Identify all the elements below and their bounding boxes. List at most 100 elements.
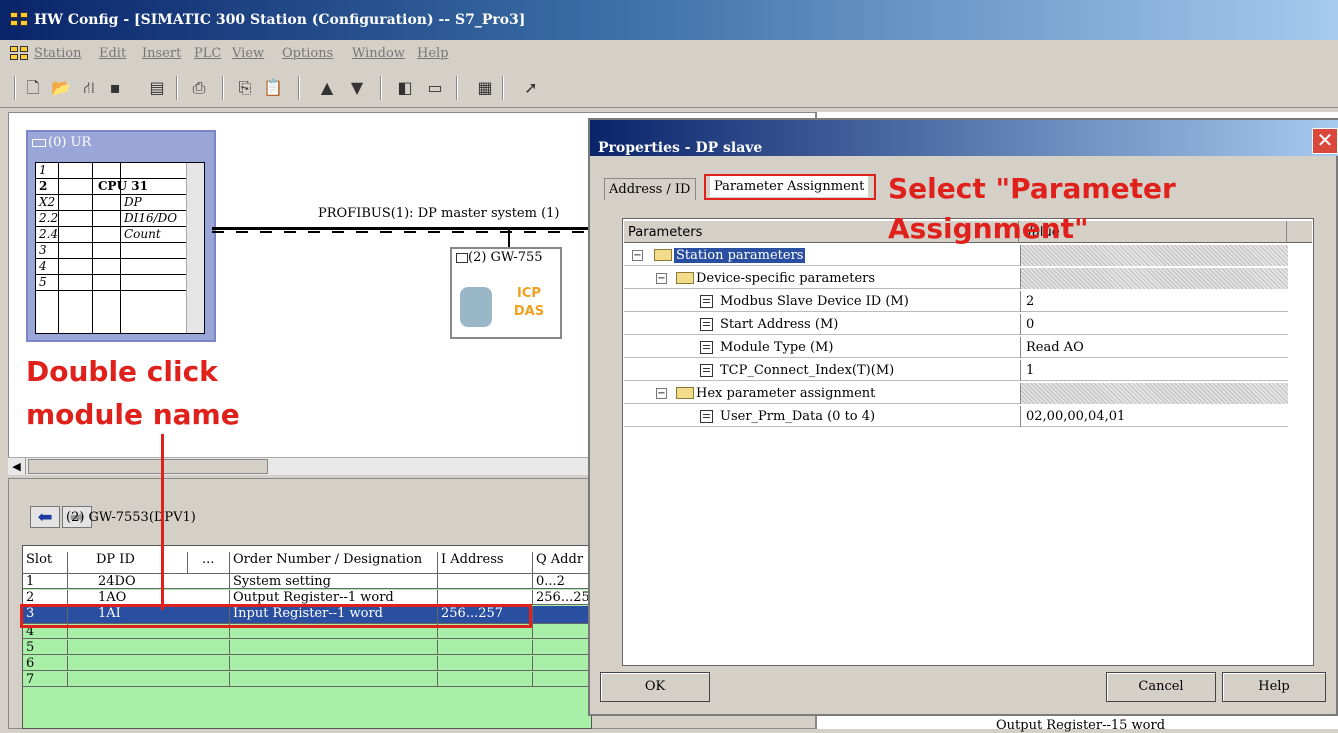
rack-row[interactable]: 5 bbox=[36, 275, 186, 291]
rack-table: 1 2 CPU 31 X2 DP 2.2 DI16/DO 2.4 Count 3 4 5 bbox=[35, 162, 205, 334]
menu-view[interactable]: View bbox=[232, 46, 264, 61]
close-icon[interactable]: ✕ bbox=[1312, 128, 1338, 154]
parameter-icon bbox=[700, 364, 713, 377]
folder-icon bbox=[654, 249, 672, 261]
menu-help[interactable]: Help bbox=[417, 46, 449, 61]
col-q-address: Q Addr bbox=[533, 552, 591, 574]
col-designation: Order Number / Designation bbox=[230, 552, 438, 574]
properties-icon[interactable]: ▦ bbox=[474, 78, 496, 98]
param-row[interactable]: Module Type (M) Read AO bbox=[624, 337, 1288, 358]
print-icon[interactable]: ⎙ bbox=[188, 78, 210, 98]
folder-icon bbox=[676, 272, 694, 284]
ok-button[interactable]: OK bbox=[600, 672, 710, 702]
rack-scrollbar[interactable] bbox=[186, 163, 204, 333]
profibus-line[interactable] bbox=[212, 227, 594, 230]
rack-row[interactable]: 2 CPU 31 bbox=[36, 179, 186, 195]
header-divider bbox=[1286, 221, 1287, 243]
annotation-assignment: Assignment" bbox=[888, 212, 1089, 245]
param-value[interactable]: Read AO bbox=[1020, 337, 1288, 358]
col-parameters: Parameters bbox=[628, 225, 703, 240]
collapse-icon[interactable]: − bbox=[632, 250, 643, 261]
toolbar: 🗋 📂 ⛙ ▪ ▤ ⎙ ⎘ 📋 ▲ ▼ ◧ ▭ ▦ ➚ bbox=[0, 68, 1338, 108]
scroll-left-icon[interactable]: ◀ bbox=[8, 458, 26, 475]
parameter-icon bbox=[700, 318, 713, 331]
table-header: Slot DP ID ... Order Number / Designatio… bbox=[23, 546, 591, 574]
annotation-select-parameter: Select "Parameter bbox=[888, 172, 1176, 205]
param-row-hex[interactable]: − Hex parameter assignment bbox=[624, 383, 1288, 404]
view-icon[interactable]: ▭ bbox=[424, 78, 446, 98]
rack-row[interactable]: X2 DP bbox=[36, 195, 186, 211]
upload-icon[interactable]: ▲ bbox=[316, 78, 338, 98]
dialog-title: Properties - DP slave bbox=[598, 140, 763, 156]
menu-insert[interactable]: Insert bbox=[142, 46, 181, 61]
param-row-station[interactable]: − Station parameters bbox=[624, 245, 1288, 266]
param-row-device-specific[interactable]: − Device-specific parameters bbox=[624, 268, 1288, 289]
copy-icon[interactable]: ⎘ bbox=[234, 78, 256, 98]
network-icon[interactable]: ⛙ bbox=[78, 78, 100, 98]
menu-station[interactable]: Station bbox=[34, 46, 81, 61]
device-image bbox=[460, 287, 492, 327]
hw-config-icon bbox=[10, 12, 30, 28]
help-icon[interactable]: ➚ bbox=[520, 78, 542, 98]
rack-title: (0) UR bbox=[32, 135, 91, 150]
table-row[interactable]: 7 bbox=[23, 672, 591, 687]
title-bar: HW Config - [SIMATIC 300 Station (Config… bbox=[0, 0, 1338, 40]
collapse-icon[interactable]: − bbox=[656, 388, 667, 399]
new-icon[interactable]: 🗋 bbox=[22, 78, 44, 98]
col-i-address: I Address bbox=[438, 552, 533, 574]
slot-table: Slot DP ID ... Order Number / Designatio… bbox=[22, 545, 592, 729]
param-value[interactable]: 0 bbox=[1020, 314, 1288, 335]
menu-bar: Station Edit Insert PLC View Options Win… bbox=[0, 42, 1338, 66]
help-button[interactable]: Help bbox=[1222, 672, 1326, 702]
window-title: HW Config - [SIMATIC 300 Station (Config… bbox=[34, 12, 526, 28]
rack-row[interactable]: 4 bbox=[36, 259, 186, 275]
param-row[interactable]: Modbus Slave Device ID (M) 2 bbox=[624, 291, 1288, 312]
table-row[interactable]: 1 24DO System setting 0...2 bbox=[23, 574, 591, 589]
menu-options[interactable]: Options bbox=[282, 46, 333, 61]
annotation-box-selected-row bbox=[20, 604, 532, 628]
rack-row[interactable]: 2.2 DI16/DO bbox=[36, 211, 186, 227]
station-horizontal-scrollbar[interactable]: ◀ bbox=[8, 457, 588, 475]
param-value[interactable]: 02,00,00,04,01 bbox=[1020, 406, 1288, 427]
toolbar-separator bbox=[14, 76, 16, 100]
rack-row[interactable]: 2.4 Count bbox=[36, 227, 186, 243]
catalog-icon[interactable]: ◧ bbox=[394, 78, 416, 98]
param-row[interactable]: User_Prm_Data (0 to 4) 02,00,00,04,01 bbox=[624, 406, 1288, 427]
slave-icon bbox=[456, 252, 468, 263]
parameter-icon bbox=[700, 295, 713, 308]
toolbar-separator bbox=[380, 76, 382, 100]
rack-row[interactable]: 1 bbox=[36, 163, 186, 179]
collapse-icon[interactable]: − bbox=[656, 273, 667, 284]
param-value[interactable]: 2 bbox=[1020, 291, 1288, 312]
cpu-module: CPU 31 bbox=[98, 179, 148, 193]
table-row[interactable]: 2 1AO Output Register--1 word 256...25 bbox=[23, 590, 591, 605]
col-dp-id: DP ID bbox=[68, 552, 188, 574]
rack-row[interactable]: 3 bbox=[36, 243, 186, 259]
toolbar-separator bbox=[298, 76, 300, 100]
paste-icon[interactable]: 📋 bbox=[262, 78, 284, 98]
table-row[interactable]: 5 bbox=[23, 640, 591, 655]
cancel-button[interactable]: Cancel bbox=[1106, 672, 1216, 702]
toolbar-separator bbox=[222, 76, 224, 100]
open-icon[interactable]: 📂 bbox=[50, 78, 72, 98]
profibus-label: PROFIBUS(1): DP master system (1) bbox=[318, 206, 560, 221]
tab-address-id[interactable]: Address / ID bbox=[604, 178, 696, 200]
system-menu-icon[interactable] bbox=[10, 46, 30, 62]
param-row[interactable]: Start Address (M) 0 bbox=[624, 314, 1288, 335]
param-row[interactable]: TCP_Connect_Index(T)(M) 1 bbox=[624, 360, 1288, 381]
menu-window[interactable]: Window bbox=[352, 46, 405, 61]
download-station-icon[interactable]: ▼ bbox=[346, 78, 368, 98]
param-value[interactable]: 1 bbox=[1020, 360, 1288, 381]
save-icon[interactable]: ▪ bbox=[104, 78, 126, 98]
download-icon[interactable]: ▤ bbox=[146, 78, 168, 98]
toolbar-separator bbox=[502, 76, 504, 100]
col-slot: Slot bbox=[23, 552, 68, 574]
toolbar-separator bbox=[176, 76, 178, 100]
scroll-thumb[interactable] bbox=[28, 459, 268, 474]
menu-plc[interactable]: PLC bbox=[194, 46, 221, 61]
table-row[interactable]: 6 bbox=[23, 656, 591, 671]
back-arrow-icon[interactable]: ⬅ bbox=[30, 506, 60, 528]
dialog-title-bar: Properties - DP slave bbox=[590, 120, 1338, 156]
menu-edit[interactable]: Edit bbox=[99, 46, 126, 61]
catalog-item[interactable]: Output Register--15 word bbox=[996, 718, 1165, 733]
